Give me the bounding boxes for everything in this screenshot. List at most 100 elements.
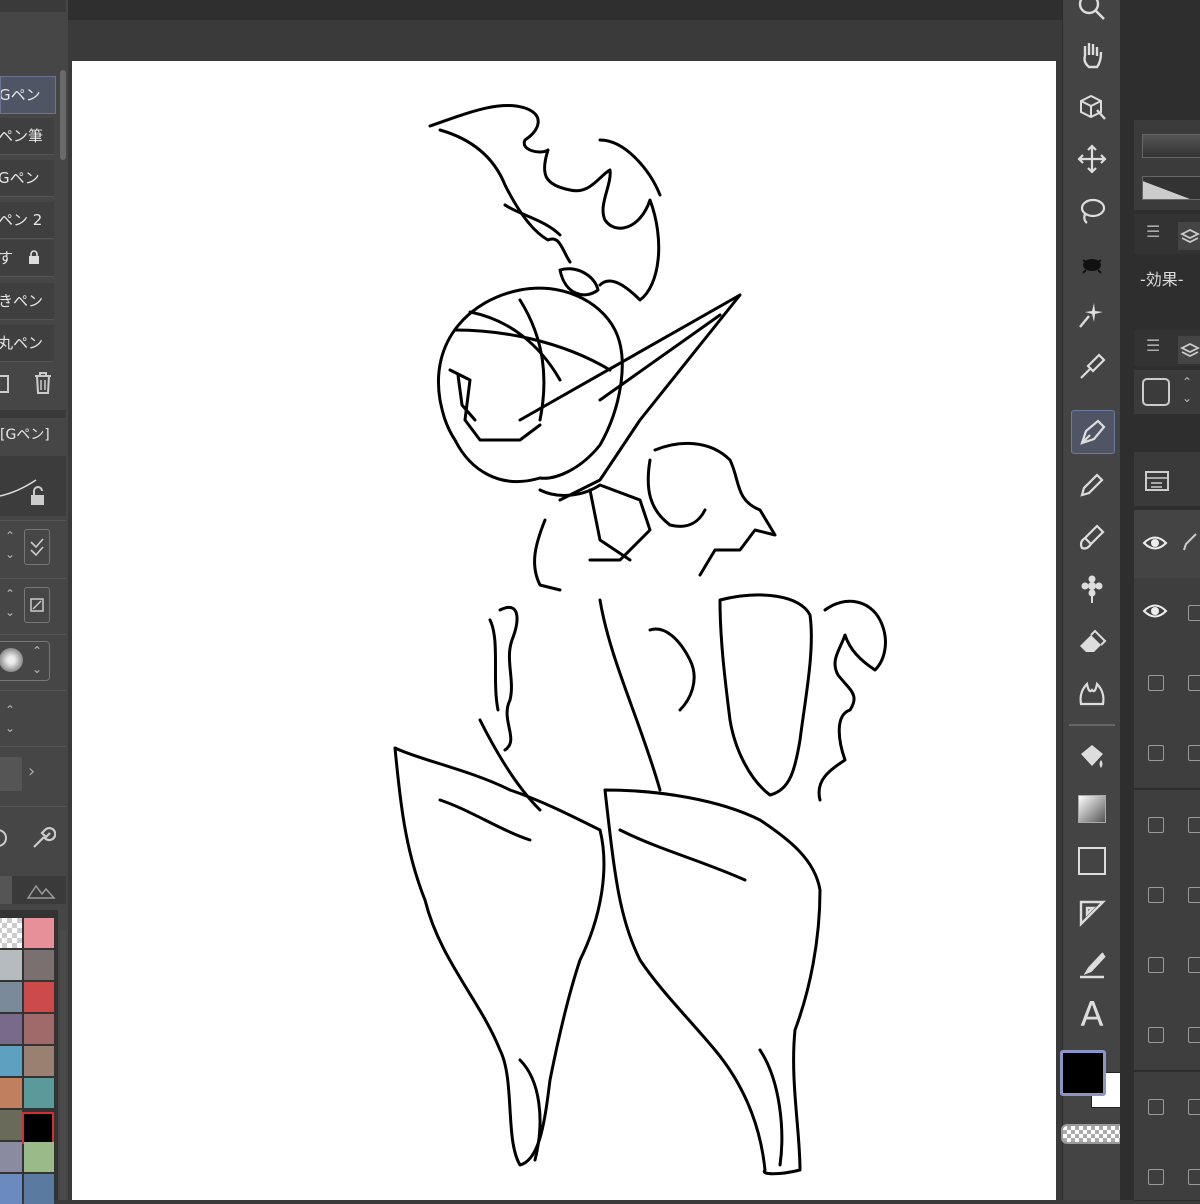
- list-scrollbar[interactable]: [60, 70, 66, 160]
- brush-item-pen-brush[interactable]: ペン筆: [0, 118, 54, 155]
- brush-item-g-pen-2[interactable]: Gペン: [0, 160, 54, 197]
- ruler-icon[interactable]: [1071, 892, 1113, 934]
- size-preview-top[interactable]: [1142, 134, 1200, 158]
- layer-checkbox[interactable]: [1148, 887, 1164, 903]
- size-stepper[interactable]: ⌃ ⌄: [2, 527, 18, 567]
- blend-mode-stepper[interactable]: ⌃ ⌄: [1182, 374, 1192, 406]
- cube-icon[interactable]: [1071, 86, 1113, 128]
- layer-checkbox[interactable]: [1188, 1027, 1200, 1043]
- layer-property-tab[interactable]: [1178, 222, 1200, 250]
- layer-row[interactable]: [1134, 790, 1200, 861]
- lasso-icon[interactable]: [1071, 190, 1113, 232]
- layer-checkbox[interactable]: [1188, 605, 1200, 621]
- layer-checkbox[interactable]: [1188, 675, 1200, 691]
- unlock-icon[interactable]: [28, 486, 48, 508]
- layer-checkbox[interactable]: [1188, 817, 1200, 833]
- layer-row[interactable]: [1134, 860, 1200, 931]
- layer-checkbox[interactable]: [1148, 957, 1164, 973]
- layer-row[interactable]: [1134, 578, 1200, 649]
- layer-checkbox[interactable]: [1148, 745, 1164, 761]
- reset-icon[interactable]: [0, 827, 10, 849]
- canvas-paper[interactable]: [72, 61, 1056, 1200]
- brush-item-kaki-pen[interactable]: きペン: [0, 283, 54, 320]
- color-swatch[interactable]: [24, 918, 54, 948]
- color-swatch[interactable]: [24, 1078, 54, 1108]
- menu-icon[interactable]: ☰: [1146, 336, 1160, 355]
- pressure-toggle[interactable]: [24, 529, 50, 565]
- palette-scrollbar[interactable]: [60, 930, 66, 1200]
- hand-icon[interactable]: [1071, 34, 1113, 76]
- layer-checkbox[interactable]: [1148, 817, 1164, 833]
- gradient-icon[interactable]: [1071, 788, 1113, 830]
- main-color-swatch[interactable]: [1060, 1050, 1106, 1096]
- eye-icon[interactable]: [1142, 534, 1168, 552]
- layer-checkbox[interactable]: [1148, 1169, 1164, 1185]
- layer-row[interactable]: [1134, 1072, 1200, 1143]
- color-swatch[interactable]: [0, 1078, 22, 1108]
- brush-item-maru-pen[interactable]: 丸ペン: [0, 325, 54, 362]
- layer-row[interactable]: [1134, 930, 1200, 1001]
- rectangle-icon[interactable]: [1071, 840, 1113, 882]
- transparent-swatch[interactable]: [0, 918, 22, 948]
- opacity-stepper[interactable]: ⌃ ⌄: [2, 585, 18, 625]
- opacity-toggle[interactable]: [24, 587, 50, 623]
- layer-row[interactable]: [1134, 1142, 1200, 1201]
- chevron-right-icon[interactable]: ›: [28, 761, 35, 782]
- transparent-color-swatch[interactable]: [1061, 1124, 1129, 1144]
- pencil-icon[interactable]: [1071, 464, 1113, 506]
- layer-checkbox[interactable]: [1188, 1169, 1200, 1185]
- layer-tab[interactable]: [1178, 336, 1200, 364]
- move-icon[interactable]: [1071, 138, 1113, 180]
- eyedropper-icon[interactable]: [1071, 346, 1113, 388]
- color-swatch[interactable]: [0, 1046, 22, 1076]
- brush-item-locked[interactable]: す: [0, 240, 54, 277]
- color-swatch[interactable]: [24, 1142, 54, 1172]
- layer-checkbox[interactable]: [1188, 745, 1200, 761]
- color-swatch[interactable]: [0, 1110, 22, 1140]
- wrench-icon[interactable]: [30, 825, 56, 851]
- color-swatch[interactable]: [0, 982, 22, 1012]
- brush-shape-stepper[interactable]: ⌃ ⌄: [29, 642, 45, 682]
- size-preview-bottom[interactable]: [1142, 176, 1200, 200]
- brush-icon[interactable]: [1071, 516, 1113, 558]
- brush-item-pen-2[interactable]: ペン 2: [0, 202, 54, 239]
- color-swatch[interactable]: [24, 982, 54, 1012]
- search-icon[interactable]: [1071, 0, 1113, 28]
- layer-checkbox[interactable]: [1148, 1099, 1164, 1115]
- color-swatch[interactable]: [24, 950, 54, 980]
- bug-icon[interactable]: [1071, 242, 1113, 284]
- blend-mode-icon[interactable]: [1142, 378, 1170, 406]
- brush-item-g-pen[interactable]: Gペン: [0, 76, 56, 114]
- layer-checkbox[interactable]: [1148, 675, 1164, 691]
- layer-checkbox[interactable]: [1188, 957, 1200, 973]
- copy-icon[interactable]: [0, 372, 10, 394]
- color-swatch[interactable]: [24, 1014, 54, 1044]
- layer-settings-icon[interactable]: [1144, 470, 1170, 492]
- layer-row[interactable]: [1134, 1000, 1200, 1071]
- text-icon[interactable]: A: [1071, 994, 1113, 1036]
- color-swatch-selected[interactable]: [22, 1112, 54, 1144]
- color-swatch[interactable]: [0, 1142, 22, 1172]
- layer-row[interactable]: [1134, 510, 1200, 581]
- edit-icon[interactable]: [1180, 532, 1200, 552]
- palette-tab[interactable]: [0, 876, 12, 904]
- eraser-icon[interactable]: [1071, 620, 1113, 662]
- blend-icon[interactable]: [1071, 672, 1113, 714]
- color-swatch[interactable]: [24, 1046, 54, 1076]
- sparkle-icon[interactable]: [1071, 294, 1113, 336]
- layer-row[interactable]: [1134, 718, 1200, 789]
- stabilization-bar[interactable]: [0, 757, 22, 791]
- correct-line-icon[interactable]: [1071, 944, 1113, 986]
- menu-icon[interactable]: ☰: [1146, 222, 1160, 241]
- layer-checkbox[interactable]: [1148, 1027, 1164, 1043]
- trash-icon[interactable]: [32, 371, 54, 395]
- layer-row[interactable]: [1134, 648, 1200, 719]
- brush-shape-selector[interactable]: ⌃ ⌄: [0, 641, 50, 681]
- flower-icon[interactable]: [1071, 568, 1113, 610]
- eye-icon[interactable]: [1142, 602, 1168, 620]
- fill-icon[interactable]: [1071, 736, 1113, 778]
- color-swatch[interactable]: [0, 950, 22, 980]
- anti-alias-stepper[interactable]: ⌃ ⌄: [2, 701, 18, 741]
- mountain-icon[interactable]: [26, 882, 56, 900]
- color-swatch[interactable]: [0, 1014, 22, 1044]
